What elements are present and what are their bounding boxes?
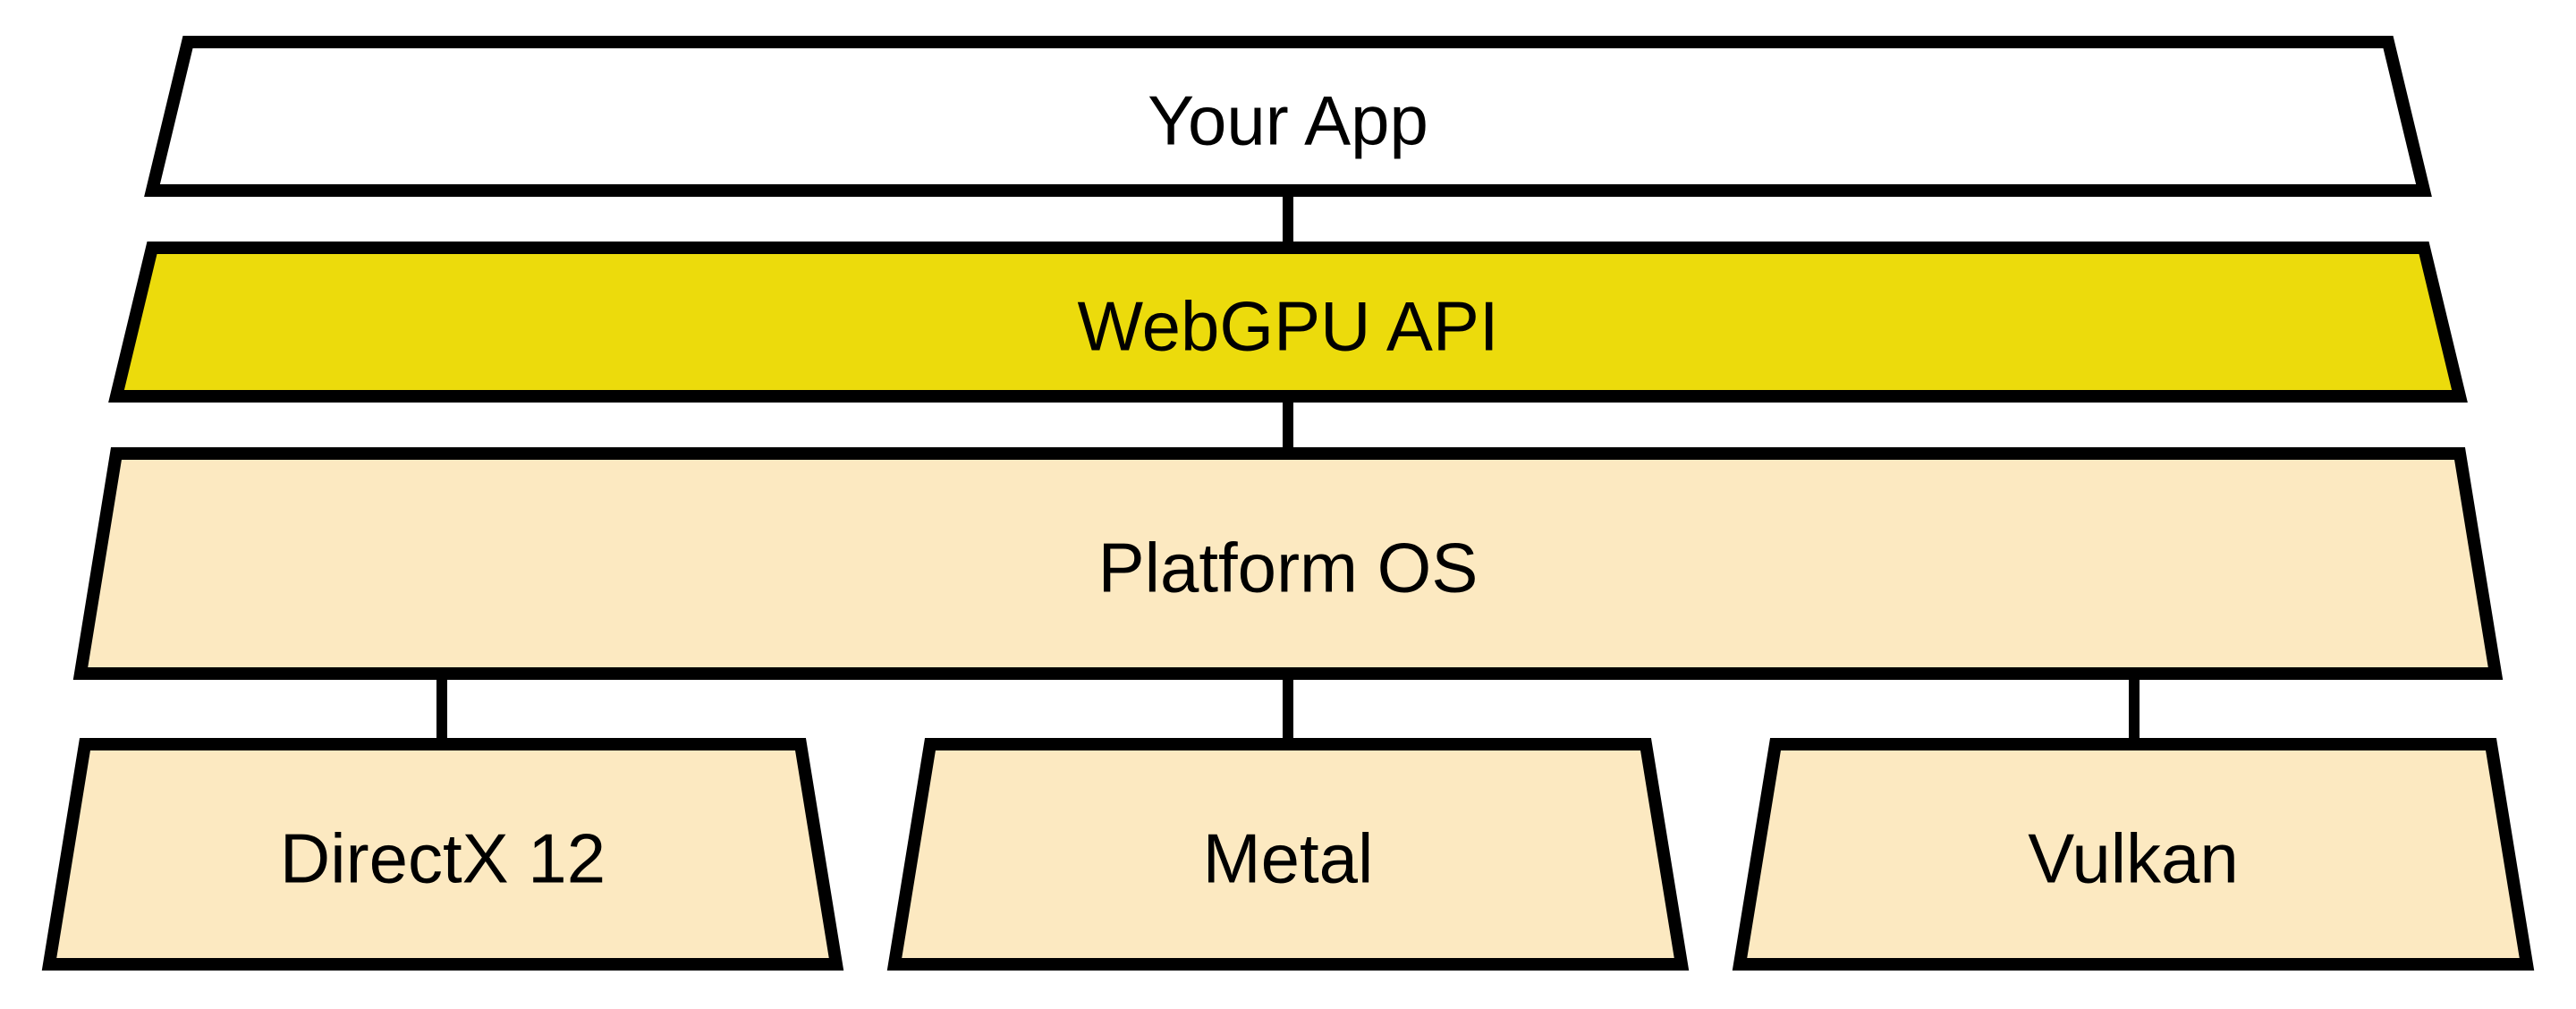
layer-backend-1-label: Metal — [1203, 818, 1374, 900]
connector-platform-backend-1 — [1283, 680, 1293, 738]
connector-platform-backend-0 — [436, 680, 447, 738]
layer-webgpu-label: WebGPU API — [1077, 286, 1498, 368]
layer-platform-label: Platform OS — [1098, 528, 1479, 609]
connector-webgpu-platform — [1283, 403, 1293, 447]
connector-platform-backend-2 — [2129, 680, 2140, 738]
diagram-canvas: Your App WebGPU API Platform OS DirectX … — [0, 0, 2576, 1009]
connector-app-webgpu — [1283, 197, 1293, 242]
layer-backend-0-label: DirectX 12 — [280, 818, 606, 900]
layer-backend-2-label: Vulkan — [2028, 818, 2239, 900]
layer-app-label: Your App — [1148, 81, 1428, 162]
